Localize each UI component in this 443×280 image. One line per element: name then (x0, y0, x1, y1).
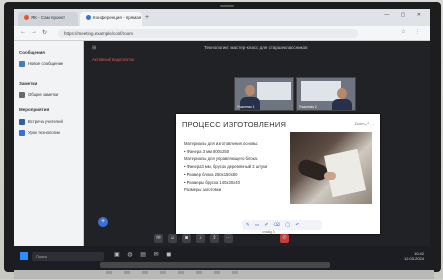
more-icon[interactable]: ⋯ (224, 234, 233, 243)
tab-favicon-icon (86, 15, 91, 21)
camera-icon[interactable]: ◙ (182, 234, 191, 243)
tab-favicon-icon (24, 15, 29, 21)
meeting-topbar: ⊞ Технологии: мастер-класс для старшекла… (84, 41, 430, 55)
slide-line: Размеры заготовки (184, 187, 222, 193)
lesson-icon (19, 130, 25, 136)
tv-hardware-buttons[interactable] (100, 262, 330, 274)
taskbar-search-input[interactable]: Поиск (32, 252, 104, 261)
system-tray-clock[interactable]: 10:42 12.03.2024 (404, 251, 424, 261)
sidebar: Сообщения Новое сообщение Заметки Общие … (14, 41, 84, 246)
tv-button[interactable] (142, 270, 148, 274)
url-input[interactable]: https://meeting.example/conf/room (58, 29, 358, 38)
tv-button[interactable] (214, 270, 220, 274)
browser-tab-2[interactable]: Конференция - прямая (80, 12, 142, 26)
add-button[interactable]: + (98, 217, 108, 227)
slide-line: Материалы для управляющего блока: (184, 156, 259, 162)
whiteboard-image (301, 81, 341, 101)
slide-zoom-controls[interactable]: Zoom ⤢ ⋯ (354, 121, 374, 126)
participant-head (337, 88, 347, 99)
slide-line: Материалы для изготовления основы: (184, 141, 259, 146)
browser-tabbar: ЯК - Сам проект Конференция - прямая + —… (14, 9, 430, 26)
start-icon[interactable] (20, 252, 28, 260)
annotation-toolbar[interactable]: ✎ ▭ ✐ ⌫ ◯ ↶ (242, 220, 322, 230)
tab-label: ЯК - Сам проект (31, 15, 66, 20)
photo-hand (324, 172, 336, 180)
participant-head (245, 85, 255, 96)
sidebar-section-events: Мероприятия (19, 107, 50, 112)
call-controls: ✉ ☺ ◙ ♪ ⇪ ⋯ ✆ (84, 233, 430, 246)
sidebar-item-notes[interactable]: Общие заметки (19, 92, 58, 98)
slide-line: • Фанера 3 мм 800х250 (184, 148, 230, 154)
participant-caption: Участник 2 (299, 105, 317, 109)
slide-title: ПРОЦЕСС ИЗГОТОВЛЕНИЯ (182, 120, 287, 129)
slide-line: • Фанера3 мм, брусок деревянный 2 штуки (184, 164, 268, 170)
tv-button[interactable] (160, 270, 166, 274)
shared-presentation-slide[interactable]: ПРОЦЕСС ИЗГОТОВЛЕНИЯ Zoom ⤢ ⋯ Материалы … (176, 114, 380, 234)
mic-icon[interactable]: ♪ (196, 234, 205, 243)
tv-stand (14, 270, 434, 279)
screen: ЯК - Сам проект Конференция - прямая + —… (14, 9, 430, 267)
hangup-icon[interactable]: ✆ (280, 234, 289, 243)
forward-icon[interactable]: → (31, 29, 37, 35)
share-icon[interactable]: ⇪ (210, 234, 219, 243)
meeting-subtitle: Активный видеопоток (92, 57, 135, 62)
message-icon (19, 61, 25, 67)
clock-date: 12.03.2024 (403, 256, 424, 261)
tv-button[interactable] (196, 270, 202, 274)
sidebar-item-tech-lesson[interactable]: Урок технологии (19, 130, 60, 136)
participant-video-1[interactable]: Участник 1 (234, 77, 294, 111)
tv-camera (220, 5, 234, 7)
slide-line: • Размер блока 250х150х50 (184, 171, 238, 177)
meeting-icon (19, 119, 25, 125)
whiteboard-image (257, 82, 291, 100)
participant-caption: Участник 1 (237, 105, 255, 109)
browser-tab-1[interactable]: ЯК - Сам проект (18, 12, 78, 26)
sidebar-section-messages: Сообщения (19, 50, 45, 55)
sidebar-item-teachers-meeting[interactable]: Встреча учителей (19, 119, 63, 125)
tv-button[interactable] (232, 270, 238, 274)
note-icon (19, 92, 25, 98)
people-icon[interactable]: ☺ (168, 234, 177, 243)
slide-line: • Размеры бруска 140х30х40 (184, 179, 240, 185)
tv-button[interactable] (106, 270, 112, 274)
workshop-photo (290, 132, 372, 204)
browser-extension-icons[interactable]: ☆ ⋮ (401, 29, 424, 35)
sidebar-item-new-message[interactable]: Новое сообщение (19, 61, 63, 67)
address-bar-row: ← → ↻ https://meeting.example/conf/room … (14, 26, 430, 41)
tv-button[interactable] (178, 270, 184, 274)
taskbar-app-icons[interactable]: ▣ ◍ ▤ ✉ ◼ (114, 251, 174, 258)
slide-body-text: Материалы для изготовления основы: • Фан… (184, 140, 290, 194)
chat-icon[interactable]: ✉ (154, 234, 163, 243)
grid-icon[interactable]: ⊞ (92, 45, 96, 51)
back-icon[interactable]: ← (20, 29, 26, 35)
tv-button[interactable] (124, 270, 130, 274)
meeting-title: Технологии: мастер-класс для старшекласс… (204, 45, 308, 50)
window-controls[interactable]: — ▢ ✕ (384, 12, 426, 18)
meeting-area: ⊞ Технологии: мастер-класс для старшекла… (84, 41, 430, 246)
sidebar-section-notes: Заметки (19, 81, 38, 86)
participant-video-2[interactable]: Участник 2 (296, 77, 356, 111)
tab-label: Конференция - прямая (93, 15, 142, 20)
participant-body (332, 99, 352, 110)
new-tab-button[interactable]: + (145, 14, 149, 21)
reload-icon[interactable]: ↻ (42, 29, 47, 36)
